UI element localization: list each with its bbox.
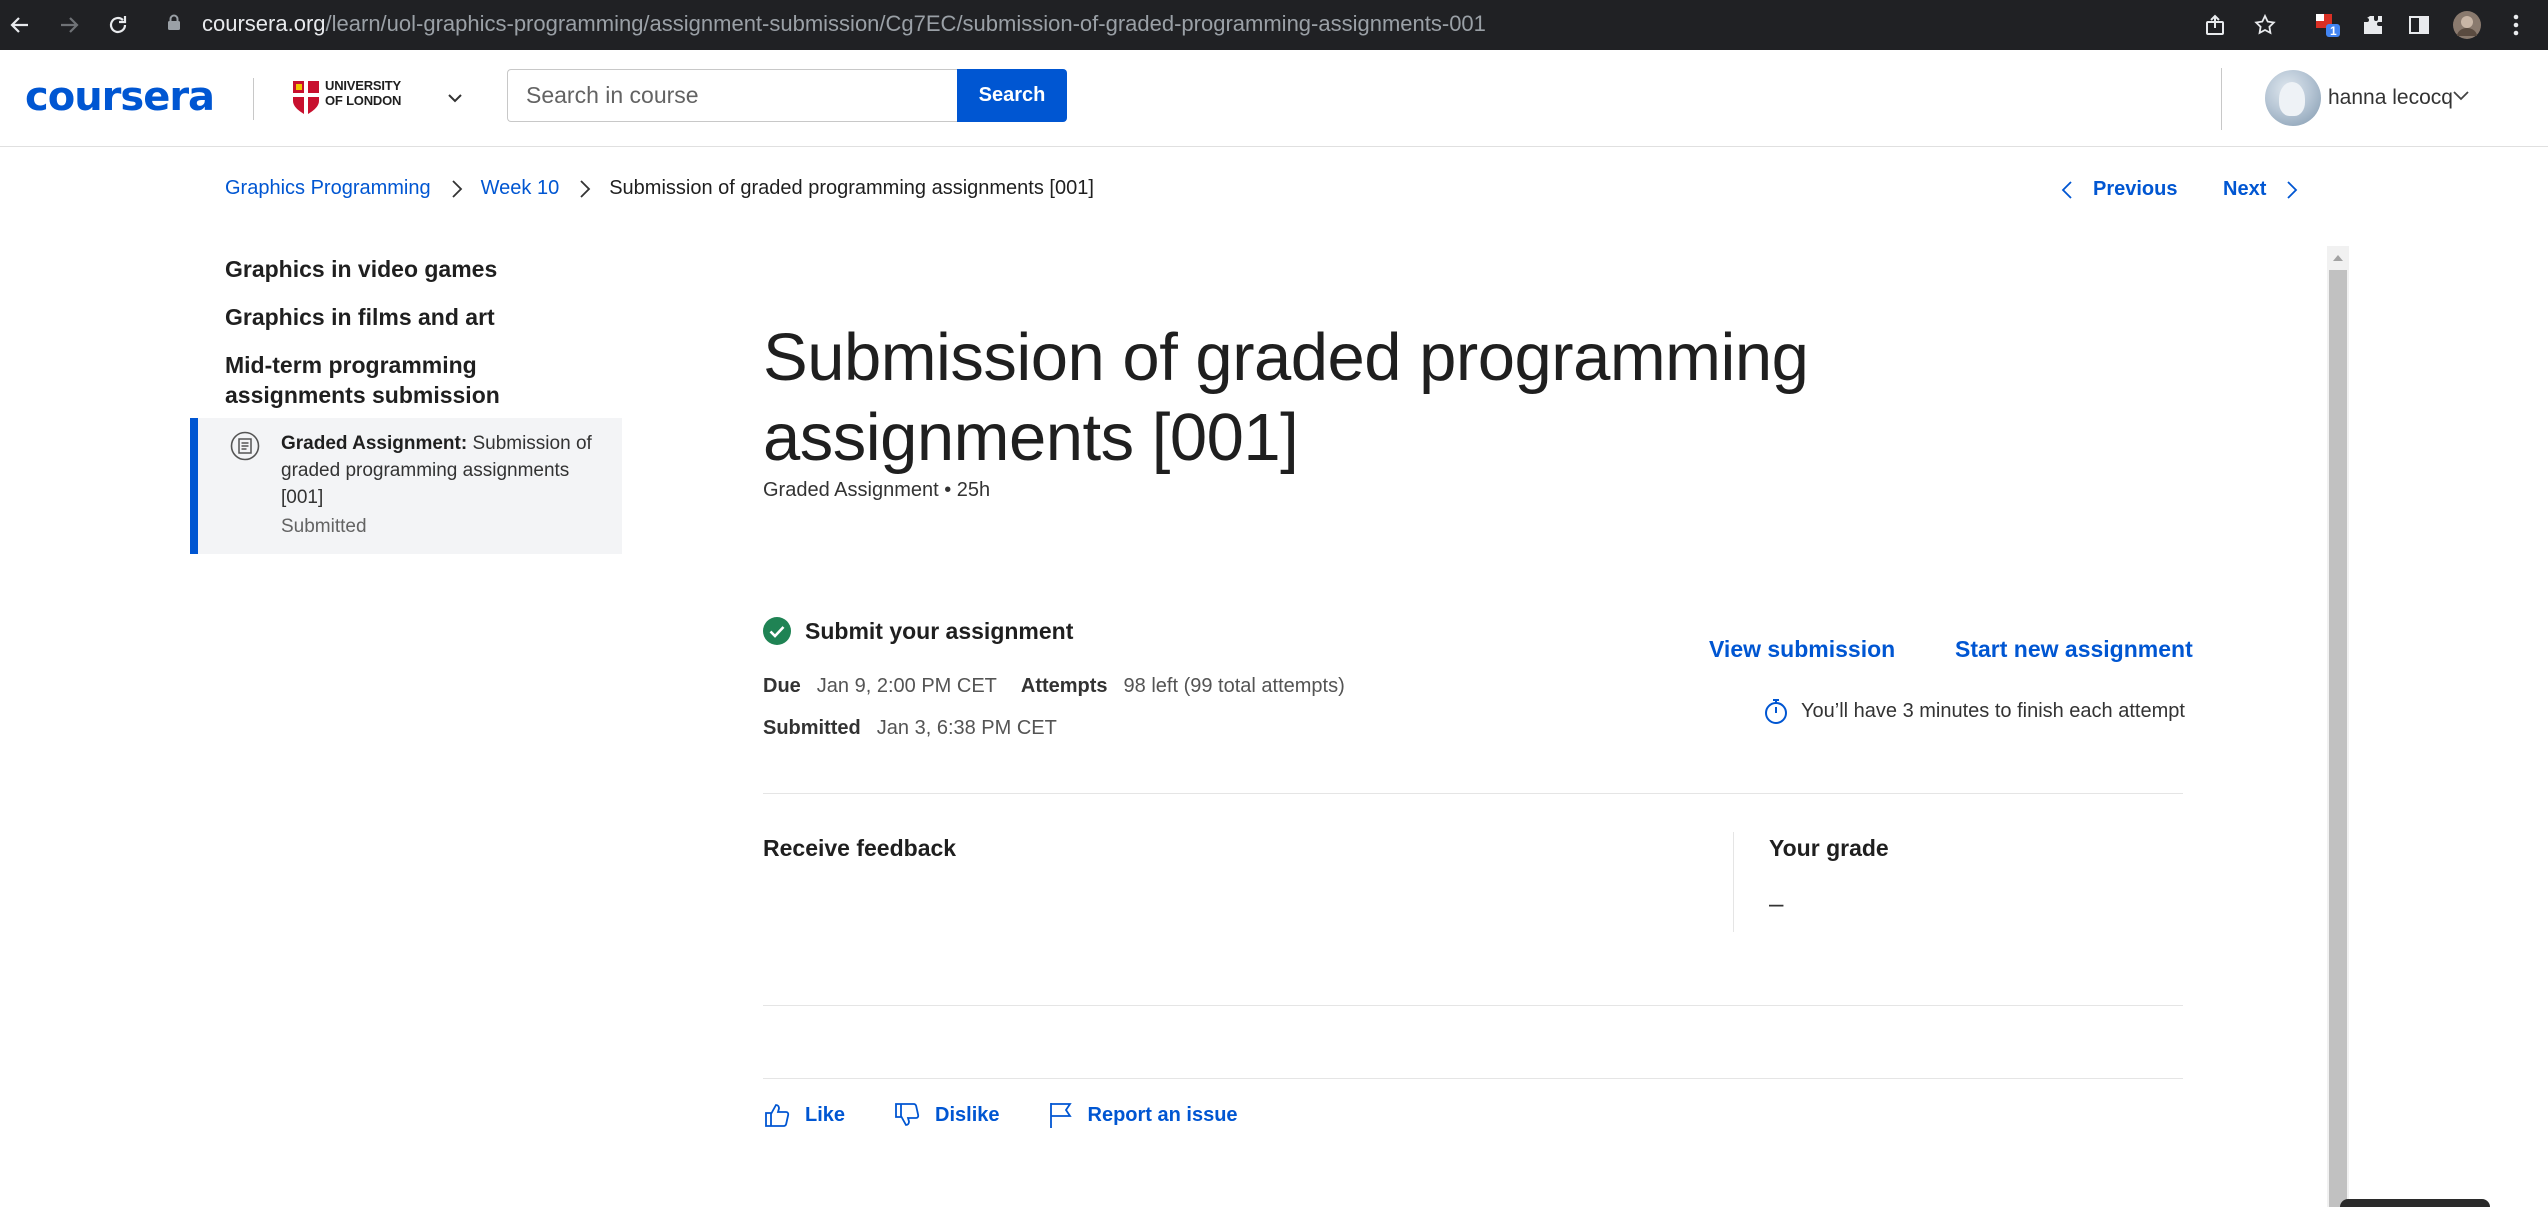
next-label: Next: [2223, 178, 2267, 200]
previous-button[interactable]: Previous: [2061, 178, 2177, 201]
chevron-left-icon: [2061, 180, 2072, 199]
flag-icon: [1049, 1103, 1072, 1128]
start-new-assignment-link[interactable]: Start new assignment: [1955, 636, 2193, 663]
profile-avatar-icon[interactable]: [2450, 8, 2484, 42]
due-attempts-row: Due Jan 9, 2:00 PM CET Attempts 98 left …: [763, 675, 1345, 698]
breadcrumb: Graphics Programming Week 10 Submission …: [225, 177, 1094, 200]
sidebar-item-type: Graded Assignment:: [281, 433, 468, 454]
avatar[interactable]: [2265, 70, 2321, 126]
url-text: coursera.org/learn/uol-graphics-programm…: [202, 11, 1486, 36]
header-divider: [2221, 68, 2222, 130]
receive-feedback-heading: Receive feedback: [763, 835, 957, 861]
chevron-down-icon[interactable]: [440, 83, 470, 113]
site-header: coursera UNIVERSITY OF LONDON Search han…: [0, 50, 2548, 147]
chevron-right-icon: [451, 179, 463, 199]
share-icon[interactable]: [2199, 8, 2233, 42]
time-limit-text: You’ll have 3 minutes to finish each att…: [1801, 699, 2185, 722]
browser-toolbar: coursera.org/learn/uol-graphics-programm…: [0, 0, 2548, 50]
previous-label: Previous: [2093, 178, 2178, 200]
breadcrumb-course-link[interactable]: Graphics Programming: [225, 177, 431, 200]
submit-heading-text: Submit your assignment: [805, 617, 1074, 644]
page-title: Submission of graded programming assignm…: [763, 320, 1809, 475]
submitted-row: Submitted Jan 3, 6:38 PM CET: [763, 717, 1057, 740]
chevron-down-icon[interactable]: [2452, 90, 2470, 102]
submit-heading: Submit your assignment: [763, 617, 1073, 645]
scrollbar-thumb[interactable]: [2329, 270, 2347, 1207]
divider: [763, 1078, 2183, 1079]
attempts-value: 98 left (99 total attempts): [1123, 675, 1345, 697]
chevron-right-icon: [579, 179, 591, 199]
back-icon[interactable]: [3, 8, 37, 42]
divider: [763, 1005, 2183, 1006]
report-issue-label: Report an issue: [1087, 1103, 1238, 1126]
bookmark-star-icon[interactable]: [2248, 8, 2282, 42]
assignment-meta: Graded Assignment • 25h: [763, 479, 991, 501]
feedback-bar: Like Dislike Report an issue: [763, 1101, 1286, 1129]
due-value: Jan 9, 2:00 PM CET: [816, 675, 997, 697]
breadcrumb-current: Submission of graded programming assignm…: [609, 177, 1094, 199]
side-panel-icon[interactable]: [2402, 8, 2436, 42]
logo-divider: [253, 78, 254, 120]
check-circle-icon: [763, 617, 791, 645]
sidebar-item-text: Graded Assignment: Submission of graded …: [281, 430, 601, 511]
next-button[interactable]: Next: [2223, 178, 2298, 201]
university-name[interactable]: UNIVERSITY OF LONDON: [325, 78, 401, 108]
your-grade-heading: Your grade: [1769, 835, 1889, 861]
like-button[interactable]: Like: [763, 1101, 845, 1129]
chevron-right-icon: [2287, 180, 2298, 199]
university-crest-icon[interactable]: [292, 80, 320, 116]
submitted-label: Submitted: [763, 717, 861, 739]
extension-flag-icon[interactable]: 1: [2310, 8, 2344, 42]
university-line-1: UNIVERSITY: [325, 78, 402, 93]
view-submission-link[interactable]: View submission: [1709, 636, 1895, 663]
search-button[interactable]: Search: [957, 69, 1067, 122]
sidebar-item-status: Submitted: [281, 516, 367, 537]
user-name[interactable]: hanna lecocq: [2328, 86, 2453, 110]
submitted-value: Jan 3, 6:38 PM CET: [876, 717, 1057, 739]
thumbs-up-icon: [765, 1104, 790, 1127]
sidebar-item-graded-assignment[interactable]: Graded Assignment: Submission of graded …: [190, 418, 622, 554]
search-input[interactable]: [507, 69, 958, 122]
reload-icon[interactable]: [101, 8, 135, 42]
forward-icon[interactable]: [52, 8, 86, 42]
grade-value: –: [1769, 888, 1784, 918]
like-label: Like: [805, 1103, 846, 1126]
floating-widget[interactable]: [2340, 1199, 2490, 1207]
scroll-up-arrow-icon[interactable]: [2327, 246, 2349, 268]
lock-icon: [167, 14, 181, 31]
due-label: Due: [763, 675, 801, 697]
coursera-logo[interactable]: coursera: [25, 74, 215, 120]
sidebar-heading-films-art[interactable]: Graphics in films and art: [225, 302, 555, 332]
sidebar-heading-midterm[interactable]: Mid-term programming assignments submiss…: [225, 350, 555, 410]
dislike-button[interactable]: Dislike: [893, 1101, 1000, 1129]
university-line-2: OF LONDON: [325, 93, 402, 108]
dislike-label: Dislike: [935, 1103, 1000, 1126]
assignment-doc-icon: [230, 431, 260, 461]
address-bar[interactable]: coursera.org/learn/uol-graphics-programm…: [155, 3, 2205, 41]
time-limit-note: You’ll have 3 minutes to finish each att…: [1763, 697, 2185, 725]
extensions-puzzle-icon[interactable]: [2356, 8, 2390, 42]
stopwatch-icon: [1765, 699, 1787, 724]
breadcrumb-week-link[interactable]: Week 10: [481, 177, 560, 200]
report-issue-button[interactable]: Report an issue: [1048, 1101, 1238, 1129]
sidebar-heading-video-games[interactable]: Graphics in video games: [225, 254, 555, 284]
browser-menu-icon[interactable]: [2499, 8, 2533, 42]
extension-badge: 1: [2330, 24, 2337, 38]
divider: [763, 793, 2183, 794]
thumbs-down-icon: [895, 1103, 920, 1126]
vertical-divider: [1733, 832, 1734, 932]
attempts-label: Attempts: [1020, 675, 1108, 697]
